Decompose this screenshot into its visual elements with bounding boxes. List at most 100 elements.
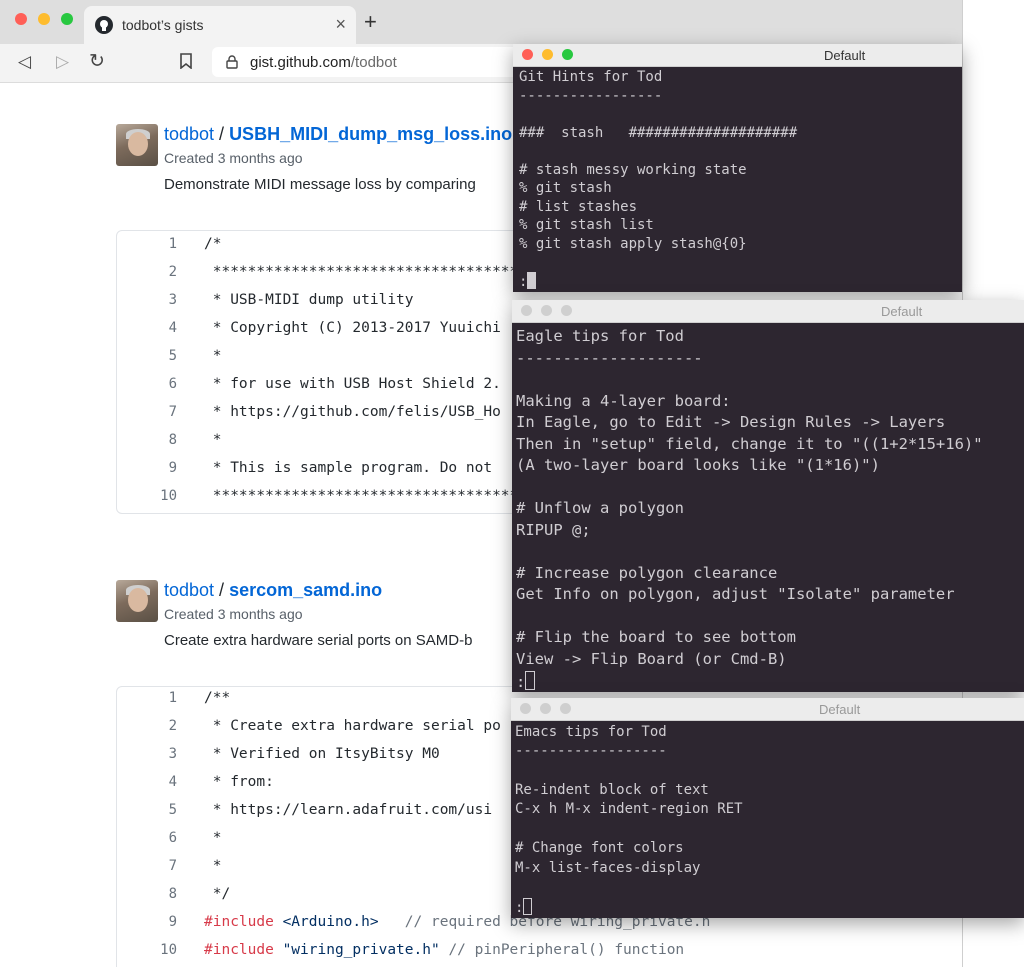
terminal-line: # Flip the board to see bottom <box>516 628 796 646</box>
terminal-git-hints[interactable]: Default Git Hints for Tod --------------… <box>513 44 962 292</box>
terminal-titlebar[interactable]: Default <box>511 698 1024 721</box>
terminal-titlebar[interactable]: Default <box>512 300 1024 323</box>
bookmark-icon[interactable] <box>180 53 192 74</box>
terminal-prompt: : <box>516 671 536 691</box>
line-number: 7 <box>168 858 177 874</box>
code-text: * Create extra hardware serial po <box>204 718 501 734</box>
reload-button[interactable]: ↻ <box>89 52 105 72</box>
zoom-window-button[interactable] <box>561 305 572 316</box>
code-text: #include "wiring_private.h" // pinPeriph… <box>204 942 684 958</box>
gist-description: Create extra hardware serial ports on SA… <box>164 632 473 649</box>
tab-close-button[interactable]: × <box>335 14 346 35</box>
avatar[interactable] <box>116 124 158 166</box>
code-text: /** <box>204 690 231 706</box>
code-text: * https://learn.adafruit.com/usi <box>204 802 493 818</box>
terminal-line: ----------------- <box>519 88 663 104</box>
code-text: * from: <box>204 774 274 790</box>
terminal-line: % git stash list <box>519 217 654 233</box>
new-tab-button[interactable]: + <box>364 11 377 33</box>
keyword: #include <box>204 942 274 958</box>
url-host: gist.github.com <box>250 54 351 71</box>
gist-owner-link[interactable]: todbot <box>164 124 214 144</box>
terminal-line: View -> Flip Board (or Cmd-B) <box>516 650 787 668</box>
code-text: * https://github.com/felis/USB_Ho <box>204 404 501 420</box>
gist-title: todbot / sercom_samd.ino <box>164 580 382 601</box>
terminal-line: Emacs tips for Tod <box>515 724 667 740</box>
terminal-line: M-x list-faces-display <box>515 860 701 876</box>
close-window-button[interactable] <box>522 49 533 60</box>
terminal-line: % git stash <box>519 180 612 196</box>
back-button[interactable]: ◁ <box>18 52 31 72</box>
minimize-window-button[interactable] <box>38 13 50 25</box>
minimize-window-button[interactable] <box>540 703 551 714</box>
terminal-titlebar[interactable]: Default <box>513 44 962 67</box>
line-number: 2 <box>168 718 177 734</box>
terminal-title: Default <box>819 702 861 717</box>
terminal-line: # Unflow a polygon <box>516 499 684 517</box>
code-text: * This is sample program. Do not <box>204 460 493 476</box>
line-number: 5 <box>168 802 177 818</box>
terminal-line: # Increase polygon clearance <box>516 564 778 582</box>
avatar[interactable] <box>116 580 158 622</box>
terminal-emacs-tips[interactable]: Default Emacs tips for Tod -------------… <box>511 698 1024 918</box>
pager-prompt: : <box>515 900 524 916</box>
url-text: gist.github.com/todbot <box>250 54 397 71</box>
terminal-eagle-tips[interactable]: Default Eagle tips for Tod -------------… <box>512 300 1024 692</box>
terminal-line: (A two-layer board looks like "(1*16)") <box>516 456 880 474</box>
terminal-line: Then in "setup" field, change it to "((1… <box>516 435 983 453</box>
code-text: * <box>204 858 222 874</box>
terminal-line: Re-indent block of text <box>515 782 709 798</box>
gist-name-link[interactable]: USBH_MIDI_dump_msg_loss.ino <box>229 124 512 144</box>
line-number: 9 <box>168 914 177 930</box>
zoom-window-button[interactable] <box>61 13 73 25</box>
line-number: 6 <box>168 376 177 392</box>
string: "wiring_private.h" <box>273 942 440 958</box>
line-number: 8 <box>168 886 177 902</box>
terminal-title: Default <box>824 48 866 63</box>
code-text: * USB-MIDI dump utility <box>204 292 414 308</box>
code-text: * <box>204 830 222 846</box>
minimize-window-button[interactable] <box>541 305 552 316</box>
terminal-line: ------------------ <box>515 743 667 759</box>
line-number: 10 <box>160 942 177 958</box>
tab-title: todbot’s gists <box>122 17 204 33</box>
terminal-line: Eagle tips for Tod <box>516 327 684 345</box>
forward-button[interactable]: ▷ <box>56 52 69 72</box>
line-number: 4 <box>168 774 177 790</box>
gist-created: Created 3 months ago <box>164 606 303 622</box>
line-number: 5 <box>168 348 177 364</box>
gist-owner-link[interactable]: todbot <box>164 580 214 600</box>
close-window-button[interactable] <box>15 13 27 25</box>
code-text: * <box>204 348 222 364</box>
code-text: */ <box>204 886 231 902</box>
pager-prompt: : <box>519 274 528 290</box>
terminal-line: Making a 4-layer board: <box>516 392 731 410</box>
code-text: * Verified on ItsyBitsy M0 <box>204 746 440 762</box>
terminal-line: RIPUP @; <box>516 521 591 539</box>
zoom-window-button[interactable] <box>562 49 573 60</box>
text-cursor <box>527 272 537 289</box>
github-icon <box>95 16 113 34</box>
code-text: * Copyright (C) 2013-2017 Yuuichi <box>204 320 501 336</box>
active-tab[interactable]: todbot’s gists × <box>84 6 356 44</box>
pager-prompt: : <box>516 673 526 691</box>
zoom-window-button[interactable] <box>560 703 571 714</box>
minimize-window-button[interactable] <box>542 49 553 60</box>
terminal-line: Git Hints for Tod <box>519 69 663 85</box>
comment: // pinPeripheral() function <box>439 942 685 958</box>
terminal-line: % git stash apply stash@{0} <box>519 236 747 252</box>
terminal-line: # stash messy working state <box>519 162 747 178</box>
line-number: 4 <box>168 320 177 336</box>
gist-description: Demonstrate MIDI message loss by compari… <box>164 176 476 193</box>
close-window-button[interactable] <box>520 703 531 714</box>
terminal-prompt: : <box>515 898 533 916</box>
terminal-line: ### stash #################### <box>519 125 798 141</box>
text-cursor <box>523 898 533 915</box>
terminal-line: -------------------- <box>516 349 703 367</box>
gist-title: todbot / USBH_MIDI_dump_msg_loss.ino <box>164 124 512 145</box>
line-number: 1 <box>168 236 177 252</box>
close-window-button[interactable] <box>521 305 532 316</box>
gist-name-link[interactable]: sercom_samd.ino <box>229 580 382 600</box>
line-number: 8 <box>168 432 177 448</box>
terminal-line: In Eagle, go to Edit -> Design Rules -> … <box>516 413 946 431</box>
